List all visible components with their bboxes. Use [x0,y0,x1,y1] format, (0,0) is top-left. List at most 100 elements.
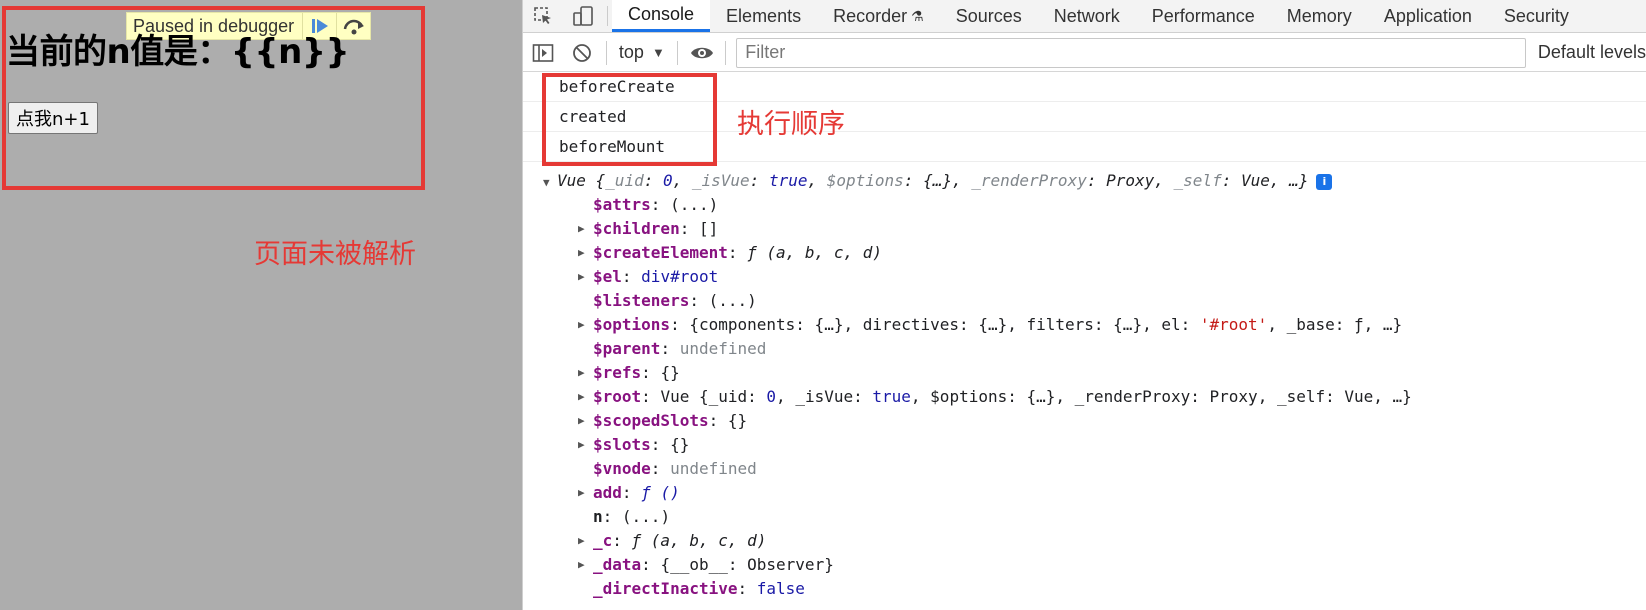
devtools-panel: Console Elements Recorder ⚗ Sources Netwo… [522,0,1646,610]
property-row[interactable]: ▶ $slots: {} [523,433,1646,457]
log-levels-dropdown[interactable]: Default levels [1538,42,1646,63]
tab-performance[interactable]: Performance [1136,0,1271,32]
property-row[interactable]: ▶ add: ƒ () [523,481,1646,505]
obj-key: _isVue [691,171,750,190]
expand-triangle-icon: ▶ [578,246,585,259]
flask-icon: ⚗ [911,7,924,24]
toolbar-separator [725,40,727,65]
property-key: $createElement [593,243,728,262]
property-row[interactable]: ▶ _c: ƒ (a, b, c, d) [523,529,1646,553]
property-row[interactable]: ▶ $el: div#root [523,265,1646,289]
inspect-element-button[interactable] [523,0,563,32]
tab-recorder-label: Recorder [833,5,908,26]
obj-key: _renderProxy [971,171,1087,190]
expand-triangle-icon: ▶ [578,534,585,547]
property-key: $el [593,267,622,286]
obj-suffix: …} [1289,171,1309,190]
expand-triangle-icon: ▶ [578,486,585,499]
console-output: beforeCreate created beforeMount 执行顺序 ▼ V… [523,72,1646,610]
obj-value: {…} [923,171,952,190]
eye-icon [690,47,713,58]
tab-application[interactable]: Application [1368,0,1488,32]
property-value: , _isVue: [776,387,873,406]
expand-triangle-icon: ▶ [578,390,585,403]
toolbar-separator [676,40,678,65]
property-value: undefined [679,339,767,358]
property-row[interactable]: $vnode: undefined [523,457,1646,481]
console-toolbar: top ▼ Default levels [523,34,1646,72]
property-row[interactable]: ▶ $refs: {} [523,361,1646,385]
property-value: , _base: ƒ, …} [1267,315,1403,334]
property-row[interactable]: $attrs: (...) [523,193,1646,217]
devtools-tabbar: Console Elements Recorder ⚗ Sources Netwo… [523,0,1646,33]
live-expression-button[interactable] [682,34,721,72]
inspect-icon [534,7,551,24]
obj-value: Vue [1240,171,1270,190]
obj-key: _self [1173,171,1222,190]
property-value: {components: {…}, directives: {…}, filte… [689,315,1200,334]
vue-object-summary[interactable]: ▼ Vue {_uid: 0, _isVue: true, $options: {… [523,169,1646,193]
property-value: , $options: {…}, _renderProxy: Proxy, _s… [910,387,1412,406]
clear-console-button[interactable] [562,34,601,72]
property-key: _directInactive [593,579,738,598]
chevron-down-icon: ▼ [651,45,665,60]
property-row[interactable]: $listeners: (...) [523,289,1646,313]
obj-key: _uid [605,171,644,190]
property-key: n [593,507,603,526]
filter-input[interactable] [736,37,1526,68]
property-value: (...) [670,195,719,214]
device-toggle-button[interactable] [563,0,603,32]
property-key: $vnode [593,459,651,478]
property-key: add [593,483,622,502]
property-value: true [872,387,911,406]
toolbar-separator [605,40,607,65]
info-icon[interactable]: i [1316,174,1333,190]
property-key: $refs [593,363,642,382]
expand-triangle-icon: ▶ [578,414,585,427]
sidebar-toggle-icon [532,43,554,62]
property-key: $slots [593,435,651,454]
expand-triangle-icon: ▶ [578,438,585,451]
property-value: {__ob__: Observer} [660,555,834,574]
annotation-execution-order: 执行顺序 [737,109,845,140]
property-row[interactable]: n: (...) [523,505,1646,529]
property-row[interactable]: _directInactive: false [523,577,1646,601]
obj-key: $options [826,171,904,190]
highlight-box-console [542,73,717,166]
context-selector[interactable]: top ▼ [611,42,673,63]
expand-triangle-icon: ▶ [578,270,585,283]
property-value: div#root [641,267,719,286]
obj-value: 0 [662,171,673,190]
property-key: $attrs [593,195,651,214]
tab-sources[interactable]: Sources [940,0,1038,32]
property-row[interactable]: ▶ $root: Vue {_uid: 0, _isVue: true, $opt… [523,385,1646,409]
property-row[interactable]: ▶ $scopedSlots: {} [523,409,1646,433]
property-row[interactable]: ▶ _data: {__ob__: Observer} [523,553,1646,577]
property-row[interactable]: ▶ $createElement: ƒ (a, b, c, d) [523,241,1646,265]
vue-object-tree: ▼ Vue {_uid: 0, _isVue: true, $options: {… [523,169,1646,601]
highlight-box-page [2,6,425,190]
tab-recorder[interactable]: Recorder ⚗ [817,0,940,32]
property-row[interactable]: $parent: undefined [523,337,1646,361]
property-value: (...) [621,507,671,526]
tab-memory[interactable]: Memory [1271,0,1368,32]
tab-security[interactable]: Security [1488,0,1585,32]
tab-elements[interactable]: Elements [710,0,817,32]
sidebar-toggle-button[interactable] [523,34,562,72]
tab-network[interactable]: Network [1038,0,1136,32]
expand-triangle-icon: ▶ [578,222,585,235]
property-value: Vue {_uid: [660,387,767,406]
property-row[interactable]: ▶ $options: {components: {…}, directives:… [523,313,1646,337]
annotation-page-not-parsed: 页面未被解析 [254,239,416,270]
obj-prefix: Vue { [557,171,606,190]
clear-console-icon [573,43,592,62]
property-value: {} [660,363,680,382]
property-key: $options [593,315,671,334]
property-row[interactable]: ▶ $children: [] [523,217,1646,241]
property-value: {} [670,435,690,454]
property-value: ƒ () [641,483,680,502]
expand-triangle-icon: ▶ [578,366,585,379]
tab-console[interactable]: Console [612,0,711,32]
property-key: _data [593,555,642,574]
property-key: $parent [593,339,661,358]
